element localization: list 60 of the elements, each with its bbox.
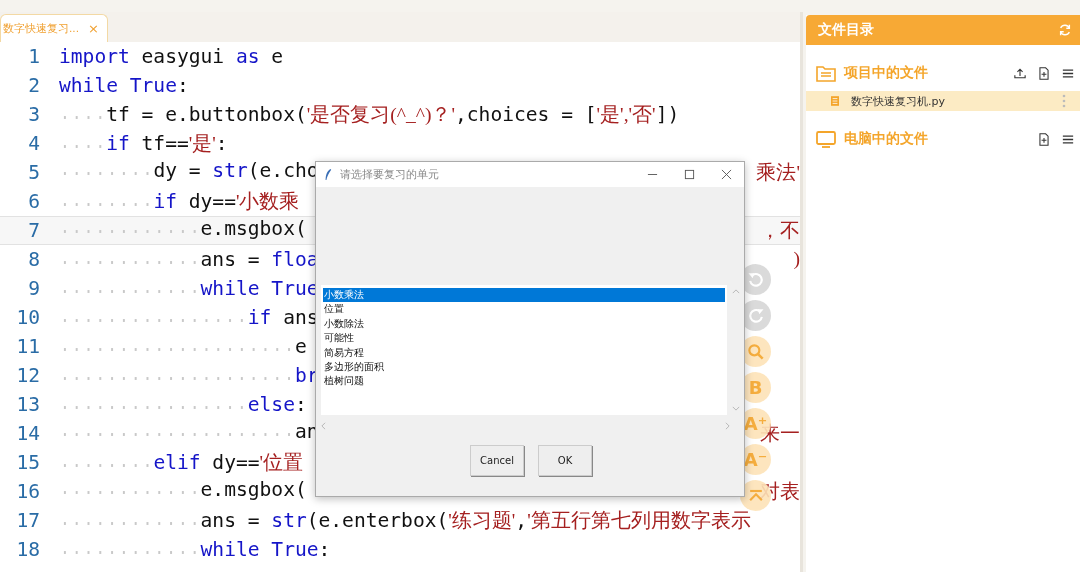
line-number: 13 — [15, 393, 41, 416]
feather-icon — [324, 168, 332, 181]
line-number: 11 — [15, 335, 41, 358]
code-line: e.msgbox( — [59, 478, 307, 505]
code-line: e.msgbox( — [59, 217, 307, 244]
code-text: 乘法' — [756, 161, 800, 185]
code-line: if tf=='是': — [59, 130, 228, 157]
line-number: 17 — [15, 509, 41, 532]
list-item[interactable]: 多边形的面积 — [323, 359, 725, 375]
code-line: import easygui as e — [59, 45, 284, 68]
code-line: elif dy=='位置 — [59, 449, 304, 476]
code-text: 对表 — [760, 480, 800, 504]
caret-down-icon — [732, 406, 740, 411]
line-number: 15 — [15, 451, 41, 474]
line-number: 5 — [27, 161, 41, 184]
caret-right-icon — [725, 422, 730, 430]
code-text: ) — [793, 248, 800, 271]
menu-icon[interactable] — [1062, 66, 1074, 80]
line-number: 14 — [15, 422, 41, 445]
line-number: 8 — [27, 248, 41, 271]
line-number: 16 — [15, 480, 41, 503]
list-item[interactable]: 植树问题 — [323, 374, 725, 389]
line-number: 3 — [27, 103, 41, 126]
line-number: 12 — [15, 364, 41, 387]
line-number: 2 — [27, 74, 41, 97]
document-icon — [831, 96, 839, 106]
window-title: 请选择要复习的单元 — [340, 167, 440, 182]
line-number: 18 — [15, 538, 41, 561]
line-number: 1 — [27, 45, 41, 68]
menu-icon[interactable] — [1062, 132, 1074, 146]
caret-up-icon — [732, 289, 740, 294]
folder-icon — [816, 63, 836, 83]
code-line: while True: — [59, 74, 189, 97]
code-text: ，不 — [760, 219, 800, 243]
line-number: 4 — [27, 132, 41, 155]
upload-icon[interactable] — [1014, 66, 1026, 80]
list-item[interactable]: 简易方程 — [323, 345, 725, 360]
code-line: tf = e.buttonbox('是否复习(^_^)？',choices = ['是','否']) — [59, 101, 680, 128]
new-file-icon[interactable] — [1038, 132, 1050, 146]
horizontal-scrollbar[interactable] — [321, 419, 730, 433]
line-number: 6 — [27, 190, 41, 213]
search-icon — [745, 341, 766, 362]
list-item[interactable]: 位置 — [323, 302, 725, 317]
new-file-icon[interactable] — [1038, 66, 1050, 80]
list-item[interactable]: 小数除法 — [323, 316, 725, 332]
monitor-icon — [816, 129, 836, 149]
line-number: 10 — [15, 306, 41, 329]
cancel-button[interactable]: Cancel — [470, 445, 524, 476]
line-number: 7 — [27, 219, 41, 242]
panel-title: 文件目录 — [818, 21, 874, 39]
file-row[interactable]: 数字快速复习机.py — [806, 91, 1080, 111]
close-icon[interactable] — [721, 169, 732, 180]
list-item[interactable]: 可能性 — [323, 331, 725, 346]
list-item[interactable]: 小数乘法 — [323, 288, 725, 303]
caret-left-icon — [321, 422, 326, 430]
ok-button[interactable]: OK — [538, 445, 592, 476]
line-number: 9 — [27, 277, 41, 300]
code-line: ans = str(e.enterbox('练习题','第五行第七列用数字表示 — [59, 507, 751, 534]
code-line: if dy=='小数乘 — [59, 188, 300, 215]
maximize-icon[interactable] — [684, 169, 695, 180]
